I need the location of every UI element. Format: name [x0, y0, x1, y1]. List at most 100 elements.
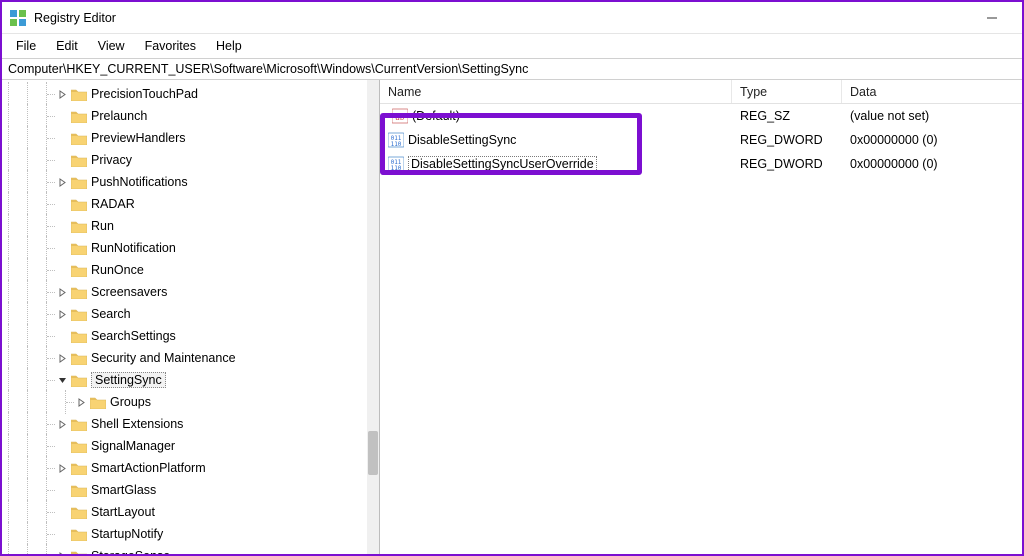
- tree-item-label: Groups: [110, 395, 151, 409]
- chevron-right-icon[interactable]: [55, 175, 69, 189]
- chevron-right-icon[interactable]: [55, 285, 69, 299]
- tree-item-prelaunch[interactable]: Prelaunch: [2, 105, 371, 127]
- chevron-right-icon[interactable]: [55, 549, 69, 554]
- folder-icon: [71, 461, 87, 475]
- tree: PrecisionTouchPad Prelaunch PreviewHandler…: [2, 80, 371, 554]
- tree-item-runnotification[interactable]: RunNotification: [2, 237, 371, 259]
- address-path: Computer\HKEY_CURRENT_USER\Software\Micr…: [8, 62, 528, 76]
- folder-icon: [71, 549, 87, 554]
- tree-item-shell-extensions[interactable]: Shell Extensions: [2, 413, 371, 435]
- tree-item-precisiontouchpad[interactable]: PrecisionTouchPad: [2, 83, 371, 105]
- dword-value-icon: [388, 132, 404, 148]
- tree-item-search[interactable]: Search: [2, 303, 371, 325]
- tree-item-radar[interactable]: RADAR: [2, 193, 371, 215]
- folder-icon: [71, 307, 87, 321]
- folder-icon: [71, 197, 87, 211]
- tree-item-label: SearchSettings: [91, 329, 176, 343]
- expander-none: [55, 483, 69, 497]
- tree-item-searchsettings[interactable]: SearchSettings: [2, 325, 371, 347]
- list-pane: Name Type Data (Default)REG_SZ(value not…: [380, 80, 1022, 554]
- content-area: PrecisionTouchPad Prelaunch PreviewHandler…: [2, 80, 1022, 554]
- tree-item-runonce[interactable]: RunOnce: [2, 259, 371, 281]
- chevron-right-icon[interactable]: [55, 461, 69, 475]
- value-name: DisableSettingSync: [408, 133, 516, 147]
- menubar: File Edit View Favorites Help: [2, 34, 1022, 58]
- folder-icon: [71, 329, 87, 343]
- value-name-cell: (Default): [380, 108, 732, 124]
- tree-item-security-and-maintenance[interactable]: Security and Maintenance: [2, 347, 371, 369]
- minimize-button[interactable]: [970, 4, 1014, 32]
- tree-item-smartactionplatform[interactable]: SmartActionPlatform: [2, 457, 371, 479]
- tree-item-label: StorageSense: [91, 549, 170, 554]
- column-header-name[interactable]: Name: [380, 80, 732, 103]
- folder-icon: [71, 505, 87, 519]
- menu-edit[interactable]: Edit: [46, 37, 88, 55]
- chevron-down-icon[interactable]: [55, 373, 69, 387]
- tree-pane: PrecisionTouchPad Prelaunch PreviewHandler…: [2, 80, 380, 554]
- expander-none: [55, 197, 69, 211]
- value-row-disablesettingsync[interactable]: DisableSettingSyncREG_DWORD0x00000000 (0…: [380, 128, 1022, 152]
- tree-item-privacy[interactable]: Privacy: [2, 149, 371, 171]
- tree-item-startlayout[interactable]: StartLayout: [2, 501, 371, 523]
- expander-none: [55, 505, 69, 519]
- expander-none: [55, 329, 69, 343]
- value-name-cell: DisableSettingSyncUserOverride: [380, 156, 732, 172]
- tree-item-label: PrecisionTouchPad: [91, 87, 198, 101]
- folder-icon: [71, 483, 87, 497]
- tree-item-label: Run: [91, 219, 114, 233]
- chevron-right-icon[interactable]: [55, 417, 69, 431]
- folder-icon: [71, 153, 87, 167]
- menu-favorites[interactable]: Favorites: [135, 37, 206, 55]
- expander-none: [55, 219, 69, 233]
- scrollbar-thumb[interactable]: [368, 431, 378, 475]
- expander-none: [55, 131, 69, 145]
- value-row-disablesettingsyncuseroverride[interactable]: DisableSettingSyncUserOverrideREG_DWORD0…: [380, 152, 1022, 176]
- tree-item-storagesense[interactable]: StorageSense: [2, 545, 371, 554]
- menu-file[interactable]: File: [6, 37, 46, 55]
- column-header-type[interactable]: Type: [732, 80, 842, 103]
- value-type: REG_SZ: [732, 109, 842, 123]
- chevron-right-icon[interactable]: [55, 87, 69, 101]
- chevron-right-icon[interactable]: [74, 395, 88, 409]
- tree-item-label: Shell Extensions: [91, 417, 183, 431]
- list-header: Name Type Data: [380, 80, 1022, 104]
- value-name-cell: DisableSettingSync: [380, 132, 732, 148]
- value-data: 0x00000000 (0): [842, 133, 1022, 147]
- expander-none: [55, 241, 69, 255]
- tree-item-label: SettingSync: [91, 372, 166, 388]
- tree-item-label: Security and Maintenance: [91, 351, 236, 365]
- tree-item-settingsync[interactable]: SettingSync: [2, 369, 371, 391]
- dword-value-icon: [388, 156, 404, 172]
- column-header-data[interactable]: Data: [842, 85, 1022, 99]
- menu-help[interactable]: Help: [206, 37, 252, 55]
- expander-none: [55, 153, 69, 167]
- tree-item-label: StartLayout: [91, 505, 155, 519]
- tree-item-startupnotify[interactable]: StartupNotify: [2, 523, 371, 545]
- tree-scrollbar[interactable]: [367, 80, 379, 554]
- folder-icon: [71, 219, 87, 233]
- tree-item-groups[interactable]: Groups: [2, 391, 371, 413]
- value-type: REG_DWORD: [732, 157, 842, 171]
- tree-item-label: RunNotification: [91, 241, 176, 255]
- tree-item-pushnotifications[interactable]: PushNotifications: [2, 171, 371, 193]
- folder-icon: [71, 285, 87, 299]
- tree-item-label: Privacy: [91, 153, 132, 167]
- titlebar: Registry Editor: [2, 2, 1022, 34]
- folder-icon: [71, 131, 87, 145]
- value-row--default-[interactable]: (Default)REG_SZ(value not set): [380, 104, 1022, 128]
- tree-item-previewhandlers[interactable]: PreviewHandlers: [2, 127, 371, 149]
- menu-view[interactable]: View: [88, 37, 135, 55]
- tree-item-label: Prelaunch: [91, 109, 147, 123]
- folder-icon: [71, 109, 87, 123]
- tree-item-screensavers[interactable]: Screensavers: [2, 281, 371, 303]
- chevron-right-icon[interactable]: [55, 351, 69, 365]
- tree-item-label: SmartActionPlatform: [91, 461, 206, 475]
- address-bar[interactable]: Computer\HKEY_CURRENT_USER\Software\Micr…: [2, 58, 1022, 80]
- tree-item-signalmanager[interactable]: SignalManager: [2, 435, 371, 457]
- chevron-right-icon[interactable]: [55, 307, 69, 321]
- folder-icon: [71, 351, 87, 365]
- app-icon: [10, 10, 26, 26]
- tree-item-label: SignalManager: [91, 439, 175, 453]
- tree-item-smartglass[interactable]: SmartGlass: [2, 479, 371, 501]
- tree-item-run[interactable]: Run: [2, 215, 371, 237]
